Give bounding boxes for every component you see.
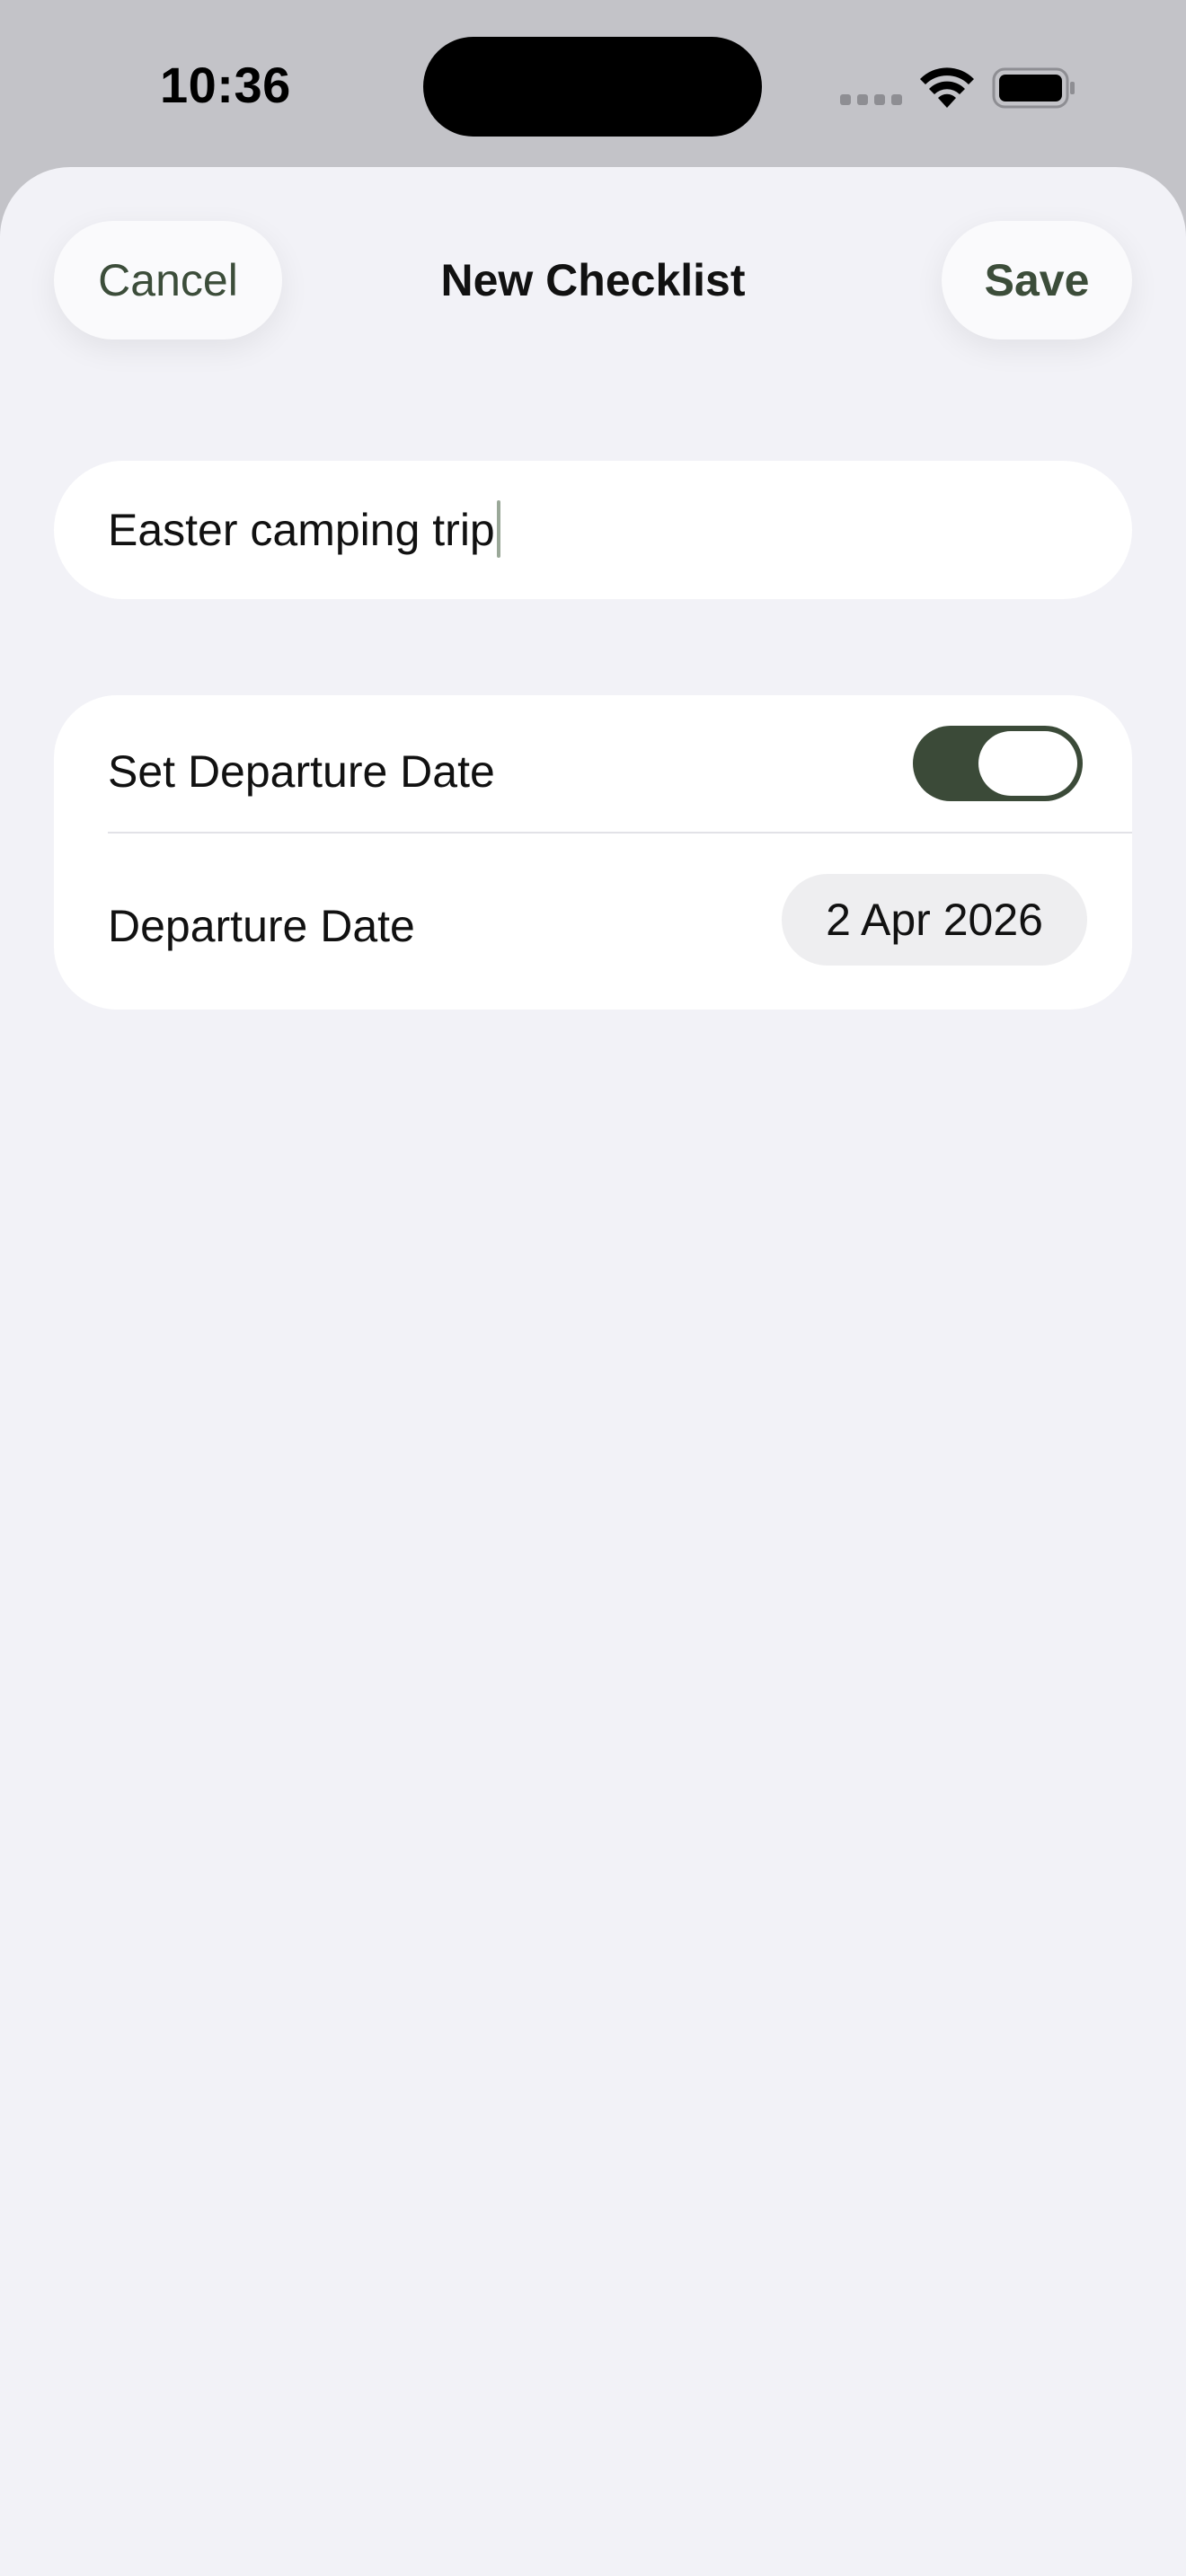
departure-date-label: Departure Date: [108, 901, 415, 951]
departure-settings-card: Set Departure Date Departure Date 2 Apr …: [54, 695, 1132, 1010]
new-checklist-sheet: Cancel New Checklist Save Set Departure …: [0, 167, 1186, 2576]
status-time: 10:36: [160, 57, 291, 113]
save-button[interactable]: Save: [942, 221, 1132, 340]
dynamic-island: [423, 37, 762, 137]
cellular-signal-icon: [840, 94, 903, 107]
checklist-name-input[interactable]: [108, 461, 1096, 599]
cancel-button[interactable]: Cancel: [54, 221, 282, 340]
page-title: New Checklist: [440, 255, 746, 305]
set-departure-date-label: Set Departure Date: [108, 746, 495, 797]
battery-icon: [992, 67, 1075, 109]
checklist-name-field[interactable]: [54, 461, 1132, 599]
set-departure-date-toggle[interactable]: [913, 726, 1083, 801]
wifi-icon: [920, 67, 974, 108]
toggle-knob: [978, 731, 1077, 796]
departure-date-picker[interactable]: 2 Apr 2026: [782, 874, 1087, 966]
row-divider: [108, 832, 1132, 834]
text-cursor: [496, 500, 500, 558]
status-bar: 10:36: [0, 0, 1186, 167]
